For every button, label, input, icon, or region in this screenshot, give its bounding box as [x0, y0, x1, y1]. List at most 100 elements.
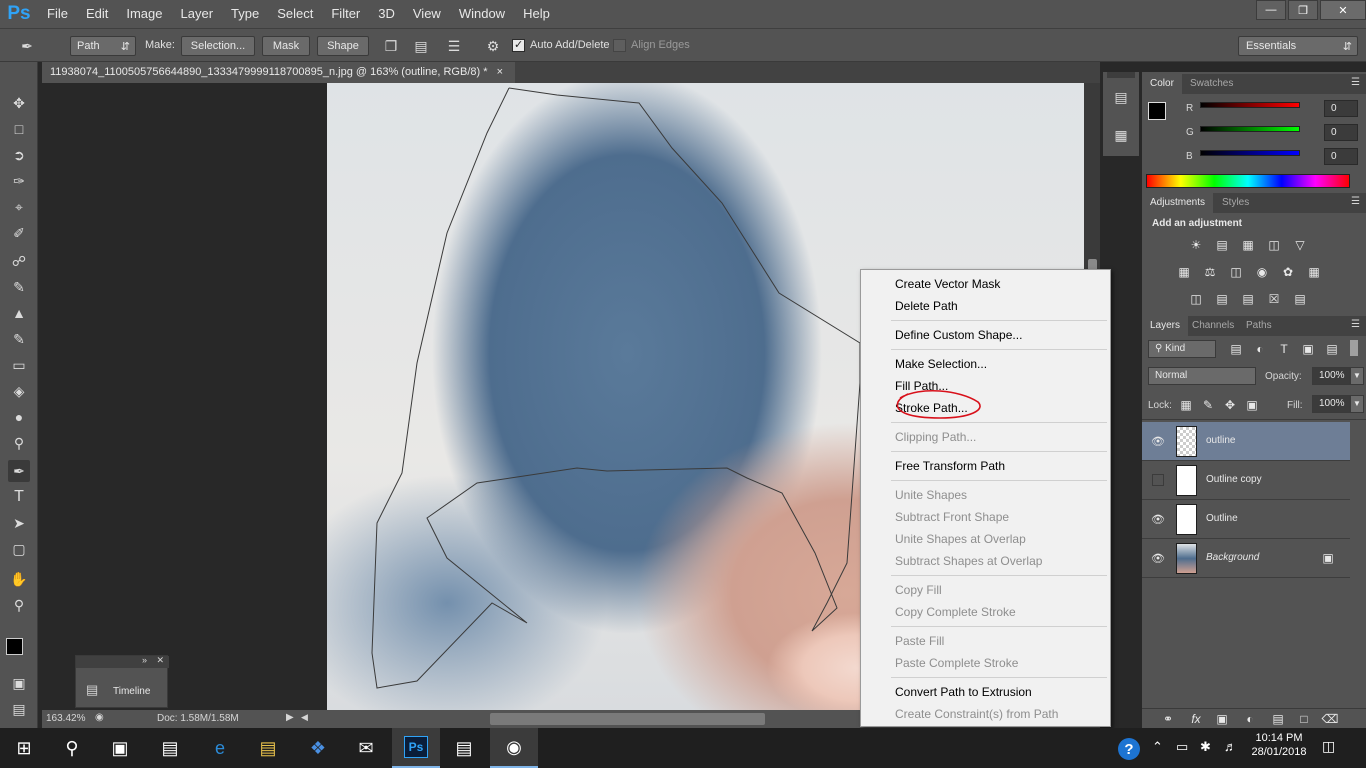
filter-pixel-icon[interactable]: ▤ — [1228, 342, 1244, 356]
opacity-dropdown-icon[interactable]: ▼ — [1350, 367, 1364, 385]
healing-brush-tool-icon[interactable]: ☍ — [8, 250, 30, 272]
tab-channels[interactable]: Channels — [1184, 316, 1242, 336]
blue-value-input[interactable]: 0 — [1324, 148, 1358, 165]
properties-panel-icon[interactable]: ▦ — [1110, 124, 1132, 146]
task-view-icon[interactable]: ▣ — [96, 728, 144, 768]
invert-icon[interactable]: ◫ — [1188, 292, 1204, 306]
auto-add-delete-checkbox[interactable]: ✓ — [512, 39, 525, 52]
lock-pixels-icon[interactable]: ✎ — [1200, 398, 1216, 412]
filter-adjustment-icon[interactable]: ◐ — [1252, 342, 1268, 356]
type-tool-icon[interactable]: T — [8, 486, 30, 508]
pen-tool-preset-icon[interactable]: ✒ — [16, 35, 38, 57]
red-value-input[interactable]: 0 — [1324, 100, 1358, 117]
foreground-color-chip[interactable] — [1148, 102, 1166, 120]
tab-styles[interactable]: Styles — [1214, 193, 1257, 213]
tab-color[interactable]: Color — [1142, 74, 1182, 94]
timeline-label[interactable]: Timeline — [113, 686, 150, 697]
menu-file[interactable]: File — [38, 0, 77, 28]
chevron-up-icon[interactable]: ⌃ — [1152, 739, 1163, 755]
clone-stamp-tool-icon[interactable]: ▲ — [8, 302, 30, 324]
menu-image[interactable]: Image — [117, 0, 171, 28]
brightness-contrast-icon[interactable]: ☀ — [1188, 238, 1204, 252]
history-brush-tool-icon[interactable]: ✎ — [8, 328, 30, 350]
zoom-tool-icon[interactable]: ⚲ — [8, 594, 30, 616]
fx-icon[interactable]: fx — [1188, 712, 1204, 726]
color-balance-icon[interactable]: ⚖ — [1202, 265, 1218, 279]
eyedropper-tool-icon[interactable]: ✐ — [8, 222, 30, 244]
new-adjustment-icon[interactable]: ◐ — [1242, 712, 1258, 726]
fill-dropdown-icon[interactable]: ▼ — [1350, 395, 1364, 413]
brush-tool-icon[interactable]: ✎ — [8, 276, 30, 298]
context-menu-item-define-custom-shape[interactable]: Define Custom Shape... — [895, 328, 1022, 342]
search-icon[interactable]: ⚲ — [48, 728, 96, 768]
menu-window[interactable]: Window — [450, 0, 514, 28]
horizontal-scroll-thumb[interactable] — [490, 713, 765, 725]
photoshop-taskbar-icon[interactable]: Ps — [392, 728, 440, 768]
add-mask-icon[interactable]: ▣ — [1214, 712, 1230, 726]
layer-row-outline[interactable]: 👁 outline — [1142, 422, 1350, 461]
quick-mask-icon[interactable]: ▣ — [8, 672, 30, 694]
lasso-tool-icon[interactable]: ➲ — [8, 144, 30, 166]
menu-type[interactable]: Type — [222, 0, 268, 28]
path-operations-icon[interactable]: ❐ — [380, 35, 402, 57]
battery-icon[interactable]: ▭ — [1176, 739, 1188, 755]
file-explorer-icon[interactable]: ▤ — [244, 728, 292, 768]
link-layers-icon[interactable]: ⚭ — [1160, 712, 1176, 726]
context-menu-item-make-selection[interactable]: Make Selection... — [895, 357, 987, 371]
lock-all-icon[interactable]: ▣ — [1244, 398, 1260, 412]
clock[interactable]: 10:14 PM 28/01/2018 — [1250, 732, 1308, 758]
eye-icon[interactable]: 👁 — [1150, 551, 1166, 565]
vibrance-icon[interactable]: ▽ — [1292, 238, 1308, 252]
opacity-input[interactable]: 100% — [1312, 367, 1350, 385]
tab-layers[interactable]: Layers — [1142, 316, 1189, 336]
rectangle-tool-icon[interactable]: ▢ — [8, 538, 30, 560]
lock-position-icon[interactable]: ✥ — [1222, 398, 1238, 412]
black-white-icon[interactable]: ◫ — [1228, 265, 1244, 279]
blend-mode-select[interactable]: Normal — [1148, 367, 1256, 385]
green-slider[interactable] — [1200, 126, 1300, 132]
red-slider[interactable] — [1200, 102, 1300, 108]
filter-type-icon[interactable]: T — [1276, 342, 1292, 356]
tab-adjustments[interactable]: Adjustments — [1142, 193, 1214, 213]
filter-toggle[interactable] — [1350, 340, 1358, 356]
color-spectrum-bar[interactable] — [1146, 174, 1350, 188]
panel-menu-icon[interactable]: ☰ — [1351, 319, 1360, 330]
movies-tv-icon[interactable]: ▤ — [440, 728, 488, 768]
path-arrangement-icon[interactable]: ☰ — [443, 35, 465, 57]
dropbox-icon[interactable]: ❖ — [294, 728, 342, 768]
context-menu-item-create-vector-mask[interactable]: Create Vector Mask — [895, 277, 1000, 291]
filter-shape-icon[interactable]: ▣ — [1300, 342, 1316, 356]
edge-browser-icon[interactable]: e — [196, 728, 244, 768]
context-menu-item-delete-path[interactable]: Delete Path — [895, 299, 958, 313]
hand-tool-icon[interactable]: ✋ — [8, 568, 30, 590]
layer-filter-kind-select[interactable]: ⚲ Kind — [1148, 340, 1216, 358]
screen-mode-icon[interactable]: ▤ — [8, 698, 30, 720]
crop-tool-icon[interactable]: ⌖ — [8, 196, 30, 218]
selective-color-icon[interactable]: ☒ — [1266, 292, 1282, 306]
filter-smart-object-icon[interactable]: ▤ — [1324, 342, 1340, 356]
color-lookup-icon[interactable]: ▦ — [1306, 265, 1322, 279]
layer-row-outline-copy[interactable]: Outline copy — [1142, 461, 1350, 500]
gradient-map-icon[interactable]: ▤ — [1292, 292, 1308, 306]
menu-edit[interactable]: Edit — [77, 0, 117, 28]
status-menu-arrow-icon[interactable]: ▶ — [286, 712, 294, 723]
gear-icon[interactable]: ⚙ — [482, 35, 504, 57]
context-menu-item-convert-path-to-extrusion[interactable]: Convert Path to Extrusion — [895, 685, 1032, 699]
help-icon[interactable]: ? — [1118, 738, 1140, 760]
store-icon[interactable]: ▤ — [146, 728, 194, 768]
visibility-toggle-off[interactable] — [1152, 474, 1164, 486]
new-group-icon[interactable]: ▤ — [1270, 712, 1286, 726]
new-layer-icon[interactable]: □ — [1296, 712, 1312, 726]
blue-slider[interactable] — [1200, 150, 1300, 156]
wifi-icon[interactable]: ✱ — [1200, 739, 1211, 755]
dodge-tool-icon[interactable]: ⚲ — [8, 432, 30, 454]
history-panel-icon[interactable]: ▤ — [1110, 86, 1132, 108]
tab-paths[interactable]: Paths — [1238, 316, 1280, 336]
close-icon[interactable]: ✕ — [156, 655, 164, 666]
context-menu-item-free-transform-path[interactable]: Free Transform Path — [895, 459, 1005, 473]
marquee-tool-icon[interactable]: □ — [8, 118, 30, 140]
menu-select[interactable]: Select — [268, 0, 322, 28]
blur-tool-icon[interactable]: ● — [8, 406, 30, 428]
make-mask-button[interactable]: Mask — [262, 36, 310, 56]
align-edges-checkbox[interactable] — [613, 39, 626, 52]
